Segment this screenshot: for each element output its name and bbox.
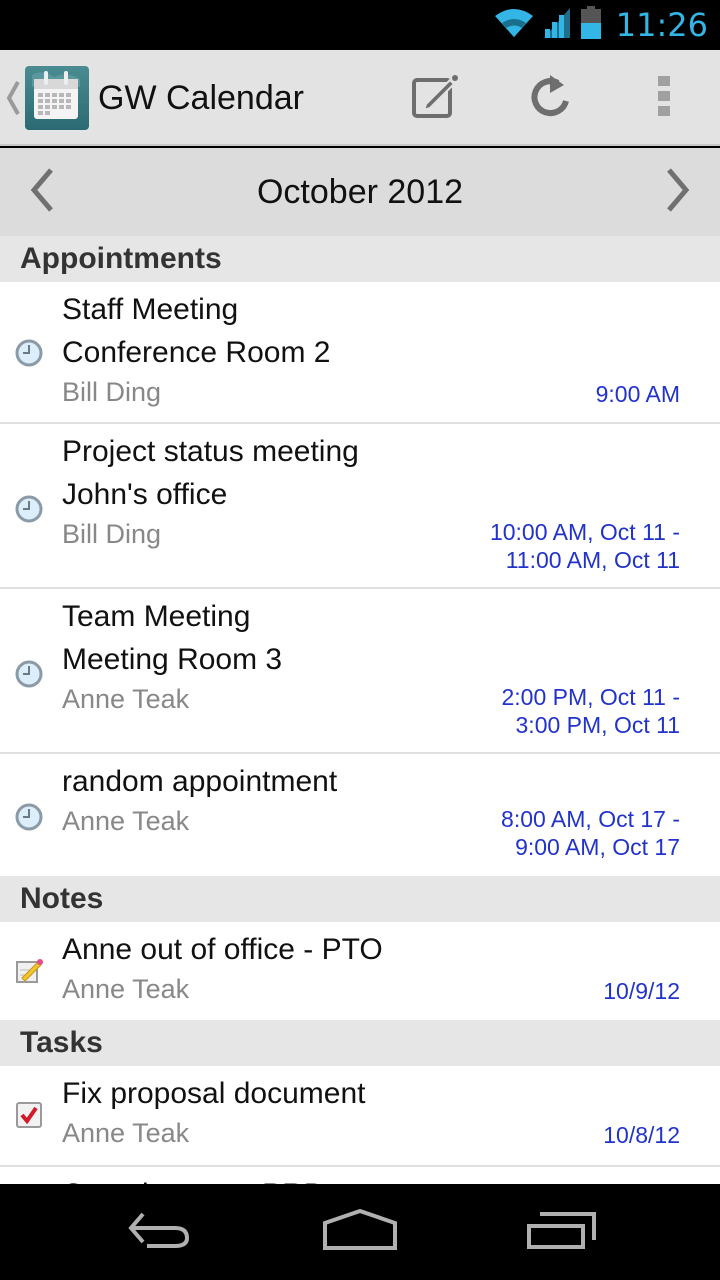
up-caret-icon[interactable] (6, 80, 20, 121)
recents-icon (526, 1210, 598, 1255)
action-bar: GW Calendar (0, 50, 720, 146)
appointment-time: 2:00 PM, Oct 11 - 3:00 PM, Oct 11 (501, 683, 680, 739)
overflow-menu-icon (657, 74, 671, 123)
clock-icon (14, 659, 48, 693)
appointment-owner: Anne Teak (62, 806, 190, 836)
agenda-list[interactable]: Appointments Staff Meeting Conference Ro… (0, 236, 720, 1184)
appointment-title: Team Meeting (62, 600, 251, 633)
month-navigator: October 2012 (0, 148, 720, 236)
compose-icon (412, 74, 460, 123)
status-icons: 11:26 (494, 0, 708, 50)
task-owner: Anne Teak (62, 1118, 190, 1148)
task-item[interactable]: Fix proposal document Anne Teak 10/8/12 (0, 1072, 720, 1167)
time-start: 8:00 AM, Oct 17 - (501, 806, 680, 832)
clock-icon (14, 802, 48, 836)
recents-button[interactable] (492, 1184, 632, 1280)
status-time: 11:26 (615, 6, 708, 44)
time-start: 10:00 AM, Oct 11 - (489, 519, 680, 545)
appointment-item[interactable]: Project status meeting John's office Bil… (0, 430, 720, 589)
appointment-owner: Bill Ding (62, 519, 162, 549)
month-title: October 2012 (256, 173, 464, 211)
signal-icon (542, 7, 572, 44)
overflow-menu-button[interactable] (616, 50, 712, 146)
app-title: GW Calendar (98, 79, 304, 117)
task-title: Fix proposal document (62, 1077, 366, 1110)
appointment-item[interactable]: Staff Meeting Conference Room 2 Bill Din… (0, 288, 720, 424)
home-button[interactable] (290, 1184, 430, 1280)
appointment-location: Conference Room 2 (62, 336, 331, 369)
appointment-owner: Anne Teak (62, 684, 190, 714)
clock-icon (14, 338, 48, 372)
battery-icon (580, 5, 602, 45)
time-end: 9:00 AM, Oct 17 (515, 834, 680, 860)
section-header-appointments: Appointments (0, 236, 720, 282)
chevron-right-icon (665, 167, 691, 217)
section-header-tasks: Tasks (0, 1020, 720, 1066)
next-month-button[interactable] (646, 148, 710, 236)
note-owner: Anne Teak (62, 974, 190, 1004)
task-title: Complete new PRD (62, 1173, 700, 1184)
appointment-title: Project status meeting (62, 435, 359, 468)
time-start: 2:00 PM, Oct 11 - (501, 684, 680, 710)
checkbox-checked-icon[interactable] (14, 1100, 48, 1134)
calendar-app-icon[interactable] (24, 65, 90, 131)
note-title: Anne out of office - PTO (62, 933, 383, 966)
appointment-item[interactable]: Team Meeting Meeting Room 3 Anne Teak 2:… (0, 595, 720, 754)
task-date: 10/8/12 (603, 1122, 680, 1148)
back-icon (125, 1210, 195, 1255)
appointment-time: 8:00 AM, Oct 17 - 9:00 AM, Oct 17 (501, 805, 680, 861)
appointment-time: 10:00 AM, Oct 11 - 11:00 AM, Oct 11 (490, 518, 680, 574)
time-end: 3:00 PM, Oct 11 (515, 712, 680, 738)
appointment-title: Staff Meeting (62, 293, 239, 326)
appointment-time: 9:00 AM (596, 380, 680, 408)
note-item[interactable]: Anne out of office - PTO Anne Teak 10/9/… (0, 928, 720, 1020)
note-date: 10/9/12 (603, 978, 680, 1004)
note-pencil-icon (14, 956, 48, 990)
appointment-title: random appointment (62, 765, 338, 798)
time-end: 11:00 AM, Oct 11 (505, 547, 680, 573)
time-start: 9:00 AM (595, 381, 680, 407)
wifi-icon (494, 8, 534, 43)
refresh-icon (528, 73, 572, 124)
section-header-notes: Notes (0, 876, 720, 922)
system-nav-bar (0, 1184, 720, 1280)
status-bar: 11:26 (0, 0, 720, 50)
appointment-location: John's office (62, 478, 228, 511)
refresh-button[interactable] (502, 50, 598, 146)
appointment-item[interactable]: random appointment Anne Teak 8:00 AM, Oc… (0, 760, 720, 876)
appointment-owner: Bill Ding (62, 377, 162, 407)
appointment-location: Meeting Room 3 (62, 643, 283, 676)
task-item[interactable]: Complete new PRD (0, 1173, 720, 1184)
home-icon (322, 1208, 398, 1256)
clock-icon (14, 494, 48, 528)
compose-button[interactable] (388, 50, 484, 146)
back-button[interactable] (90, 1184, 230, 1280)
